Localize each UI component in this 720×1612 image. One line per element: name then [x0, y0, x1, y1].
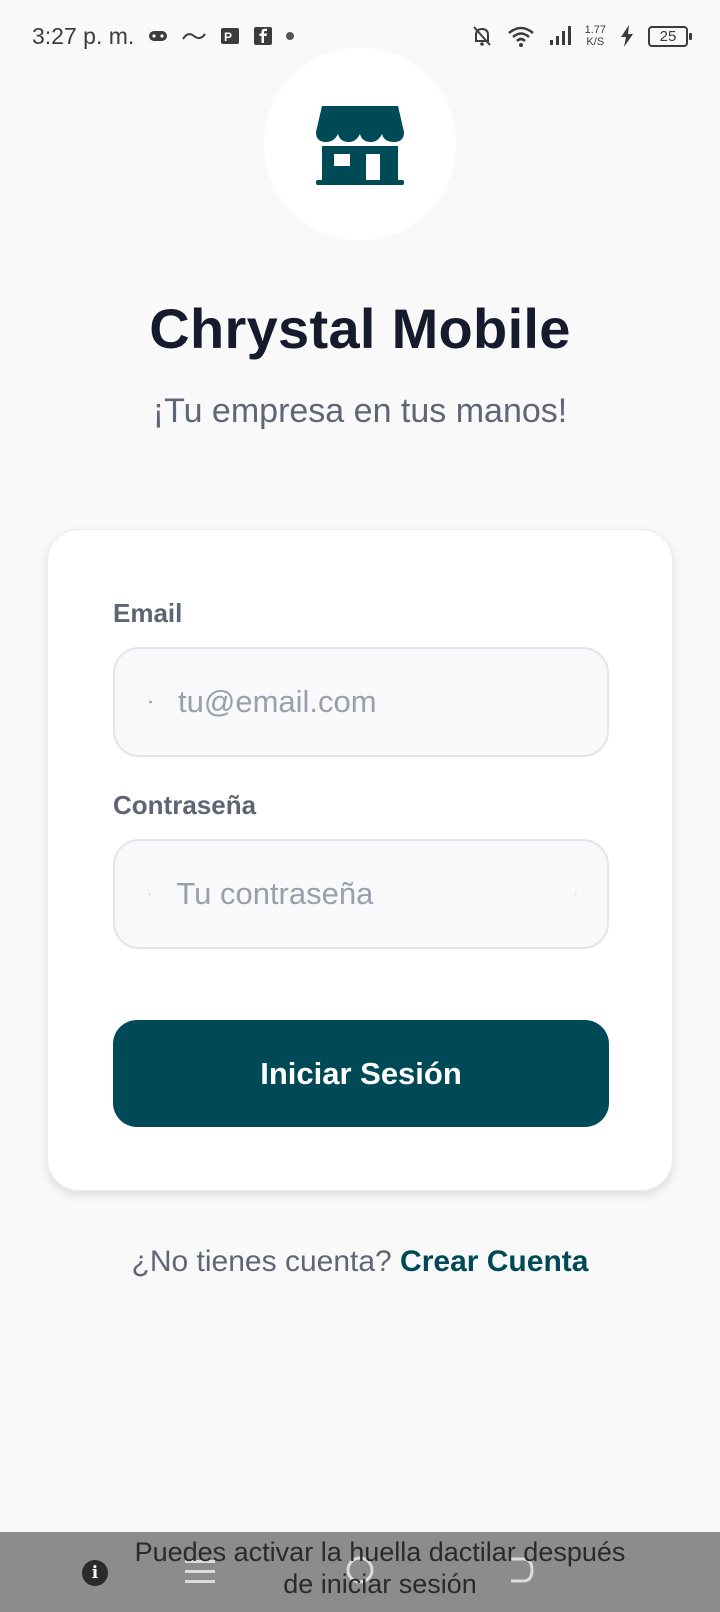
network-speed-unit: K/S [586, 36, 605, 48]
email-field[interactable] [113, 647, 609, 757]
signal-icon [549, 26, 571, 46]
password-field[interactable] [113, 839, 609, 949]
fingerprint-toast: i Puedes activar la huella dactilar desp… [0, 1532, 720, 1612]
store-icon [316, 106, 404, 185]
more-notifications-dot [286, 32, 295, 40]
parking-app-icon: P [220, 27, 240, 45]
facebook-icon [254, 27, 273, 45]
password-label: Contraseña [113, 790, 257, 820]
app-subtitle: ¡Tu empresa en tus manos! [152, 392, 568, 430]
network-speed-value: 1.77 [584, 24, 606, 36]
navigation-bar: i Puedes activar la huella dactilar desp… [0, 1532, 720, 1612]
network-speed: 1.77 K/S [585, 24, 606, 48]
svg-text:P: P [224, 30, 232, 44]
wifi-icon [507, 25, 535, 47]
status-time: 3:27 p. m. [32, 22, 135, 49]
gamepad-icon [148, 29, 168, 43]
bell-off-icon [471, 25, 493, 47]
login-card: Email Contraseña Iniciar Sesión [47, 529, 673, 1191]
app-title: Chrystal Mobile [149, 297, 571, 360]
login-screen: 3:27 p. m. P 1.77 K/S 25 Chrystal Mobile… [0, 0, 720, 1612]
email-input[interactable] [178, 684, 577, 720]
toast-message: Puedes activar la huella dactilar despué… [134, 1537, 626, 1599]
signup-row: ¿No tienes cuenta? Crear Cuenta [0, 1245, 720, 1279]
charging-icon [620, 25, 634, 47]
mail-icon [149, 700, 152, 704]
app-notification-icon [182, 30, 207, 42]
login-button[interactable]: Iniciar Sesión [113, 1020, 609, 1127]
lock-icon [149, 893, 151, 895]
battery-indicator: 25 [648, 25, 692, 47]
app-logo [264, 48, 456, 240]
password-input[interactable] [176, 876, 576, 912]
email-label: Email [113, 598, 183, 628]
signup-prompt: ¿No tienes cuenta? [131, 1245, 401, 1278]
status-bar-left: 3:27 p. m. P [32, 22, 295, 50]
status-bar-right: 1.77 K/S 25 [471, 24, 692, 48]
create-account-link[interactable]: Crear Cuenta [400, 1245, 588, 1278]
info-icon: i [82, 1560, 108, 1586]
eye-icon[interactable] [575, 882, 577, 906]
